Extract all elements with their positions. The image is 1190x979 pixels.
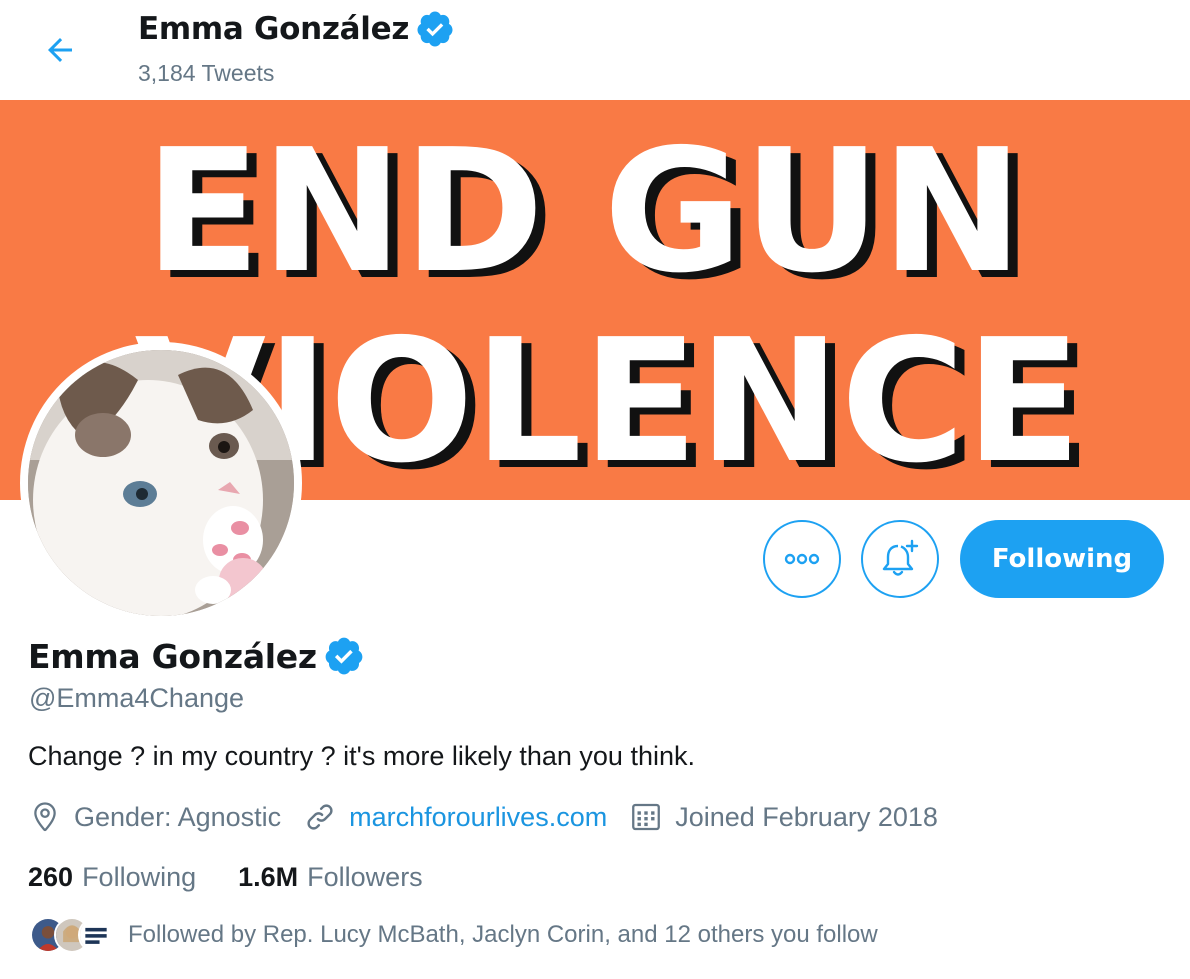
follower-avatar: [78, 917, 114, 953]
verified-badge-icon: [415, 9, 455, 49]
more-button[interactable]: [763, 520, 841, 598]
profile-avatar[interactable]: [20, 342, 302, 624]
location-text: Gender: Agnostic: [74, 801, 282, 832]
following-label: Following: [82, 861, 197, 892]
following-count: 260: [28, 861, 74, 892]
following-stat[interactable]: 260 Following: [28, 862, 196, 893]
website-link[interactable]: marchforourlives.com: [349, 802, 607, 833]
website-item[interactable]: marchforourlives.com: [303, 800, 607, 834]
notifications-button[interactable]: [861, 520, 939, 598]
avatar-cat-image: [28, 350, 294, 616]
followers-stat[interactable]: 1.6M Followers: [238, 862, 423, 893]
profile-header: Emma González 3,184 Tweets: [0, 0, 1190, 100]
back-button[interactable]: [36, 26, 84, 74]
profile-bio: Change ? in my country ? it's more likel…: [28, 741, 695, 771]
bell-plus-icon: [882, 539, 919, 576]
followers-count: 1.6M: [238, 861, 299, 892]
calendar-icon: [632, 803, 661, 831]
header-name: Emma González: [138, 11, 410, 47]
banner-line1: END GUN: [145, 113, 1024, 311]
header-title: Emma González: [138, 8, 455, 50]
followed-by[interactable]: Followed by Rep. Lucy McBath, Jaclyn Cor…: [30, 913, 878, 957]
follow-stats: 260 Following 1.6M Followers: [28, 857, 465, 897]
tweet-count: 3,184 Tweets: [138, 60, 275, 86]
joined-text: Joined February 2018: [675, 801, 938, 832]
verified-badge-icon: [323, 635, 365, 677]
profile-meta: Gender: Agnostic marchforourlives.com Jo…: [28, 797, 960, 837]
location-item: Gender: Agnostic: [28, 800, 281, 834]
more-icon: [784, 553, 820, 565]
link-icon: [307, 804, 333, 830]
profile-name: Emma González: [28, 636, 317, 676]
location-pin-icon: [34, 802, 56, 832]
back-arrow-icon: [48, 38, 72, 62]
followers-label: Followers: [307, 861, 423, 892]
profile-handle: @Emma4Change: [29, 683, 245, 713]
followed-by-avatars: [30, 915, 114, 955]
joined-item: Joined February 2018: [629, 800, 938, 834]
followed-by-text[interactable]: Followed by Rep. Lucy McBath, Jaclyn Cor…: [128, 921, 878, 949]
profile-name-row: Emma González: [28, 633, 365, 679]
following-button[interactable]: Following: [960, 520, 1164, 598]
